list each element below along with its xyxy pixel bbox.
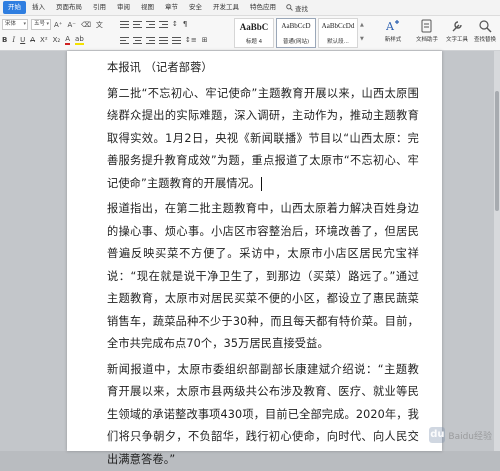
watermark: du Baidu经验 [429, 427, 492, 443]
align-center-icon[interactable] [133, 36, 142, 44]
style-gallery-scroll[interactable]: ▲ ▼ [360, 18, 367, 46]
document-area: 本报讯 （记者部蓉） 第二批“不忘初心、牢记使命”主题教育开展以来，山西太原围绕… [0, 51, 500, 451]
style-sample: AaBbC [240, 22, 269, 32]
bullet-list-icon[interactable] [120, 20, 129, 28]
align-right-icon[interactable] [146, 36, 155, 44]
style-sample: AaBbCcDd [322, 22, 355, 30]
new-style-label: 新样式 [385, 35, 402, 43]
borders-icon[interactable]: ⊞ [202, 35, 208, 45]
paragraph-text: 第二批“不忘初心、牢记使命”主题教育开展以来，山西太原围绕群众提出的实际难题，深… [107, 87, 419, 190]
font-grow-icon[interactable]: A⁺ [54, 20, 62, 30]
find-replace-button[interactable]: 查找替换 [470, 19, 500, 47]
tab-start[interactable]: 开始 [3, 1, 26, 14]
chevron-down-icon: ▾ [23, 20, 26, 29]
new-style-button[interactable]: A 新样式 [376, 19, 410, 47]
strikethrough-icon[interactable]: A [30, 35, 35, 45]
tab-view[interactable]: 视图 [136, 1, 159, 14]
format-row: B I U A X² X₂ A ab [2, 35, 89, 45]
tab-security[interactable]: 安全 [184, 1, 207, 14]
watermark-text: Baidu经验 [448, 429, 492, 442]
search-label: 查找 [295, 3, 308, 13]
style-caption: 普通(网站) [283, 37, 309, 45]
paragraph-row-2: ↕≡ ⊞ [120, 35, 213, 45]
document-assistant-button[interactable]: 文档助手 [410, 19, 444, 47]
font-size-select[interactable]: 五号 ▾ [31, 19, 51, 30]
text-tools-label: 文字工具 [446, 35, 468, 43]
style-sample: AaBbCcD [281, 22, 310, 30]
font-color-icon[interactable]: A [65, 35, 70, 45]
italic-icon[interactable]: I [12, 35, 15, 45]
align-left-icon[interactable] [120, 36, 129, 44]
text-cursor [261, 177, 262, 191]
subscript-icon[interactable]: X₂ [53, 35, 61, 45]
find-replace-label: 查找替换 [474, 35, 496, 43]
tab-insert[interactable]: 插入 [27, 1, 50, 14]
style-heading-4[interactable]: AaBbC 标题 4 [234, 18, 274, 48]
document-assistant-label: 文档助手 [416, 35, 438, 43]
document-body[interactable]: 本报讯 （记者部蓉） 第二批“不忘初心、牢记使命”主题教育开展以来，山西太原围绕… [107, 57, 419, 471]
distributed-align-icon[interactable] [172, 36, 181, 44]
font-size-value: 五号 [34, 21, 45, 27]
bold-icon[interactable]: B [2, 35, 7, 45]
line-spacing-icon[interactable]: ↕≡ [185, 35, 197, 45]
clear-format-icon[interactable]: ⌫ [81, 20, 91, 30]
chevron-up-icon[interactable]: ▲ [360, 22, 367, 28]
search-button[interactable]: 查找 [286, 3, 308, 13]
align-justify-icon[interactable] [159, 36, 168, 44]
new-style-icon: A [386, 19, 400, 33]
underline-icon[interactable]: U [20, 35, 25, 45]
tab-page-layout[interactable]: 页面布局 [51, 1, 87, 14]
chevron-down-icon: ▾ [46, 20, 49, 29]
dateline-paragraph[interactable]: 本报讯 （记者部蓉） [107, 57, 419, 80]
document-page[interactable]: 本报讯 （记者部蓉） 第二批“不忘初心、牢记使命”主题教育开展以来，山西太原围绕… [67, 51, 442, 451]
ribbon-toolbar: 宋体 ▾ 五号 ▾ A⁺ A⁻ ⌫ 文 B I U A X² X₂ A ab ↕… [0, 16, 500, 51]
style-default-paragraph[interactable]: AaBbCcDd 默认段... [318, 18, 358, 48]
show-marks-icon[interactable]: ¶ [183, 19, 187, 29]
tab-review[interactable]: 审阅 [112, 1, 135, 14]
style-normal-web[interactable]: AaBbCcD 普通(网站) [276, 18, 316, 48]
tab-developer[interactable]: 开发工具 [208, 1, 244, 14]
font-shrink-icon[interactable]: A⁻ [67, 20, 75, 30]
vertical-scrollbar[interactable] [494, 51, 500, 451]
numbered-list-icon[interactable] [133, 20, 142, 28]
menu-bar: 开始 插入 页面布局 引用 审阅 视图 章节 安全 开发工具 特色应用 查找 [0, 0, 500, 16]
scrollbar-thumb[interactable] [495, 91, 499, 211]
tab-special-apps[interactable]: 特色应用 [245, 1, 281, 14]
body-paragraph[interactable]: 报道指出，在第二批主题教育中，山西太原着力解决百姓身边的操心事、烦心事。小店区市… [107, 198, 419, 356]
decrease-indent-icon[interactable] [146, 20, 155, 28]
paragraph-row-1: ↕ ¶ [120, 19, 192, 29]
font-row: 宋体 ▾ 五号 ▾ A⁺ A⁻ ⌫ 文 [2, 19, 108, 30]
baidu-paw-logo: du [429, 427, 445, 443]
sort-icon[interactable]: ↕ [172, 19, 178, 29]
tab-chapter[interactable]: 章节 [160, 1, 183, 14]
wrench-icon [450, 19, 464, 33]
chevron-down-icon[interactable]: ▼ [360, 36, 367, 42]
body-paragraph[interactable]: 第二批“不忘初心、牢记使命”主题教育开展以来，山西太原围绕群众提出的实际难题，深… [107, 83, 419, 196]
document-assistant-icon [420, 19, 434, 33]
svg-text:A: A [386, 20, 395, 33]
style-caption: 默认段... [327, 37, 349, 45]
body-paragraph[interactable]: 新闻报道中，太原市委组织部副部长康建斌介绍说：“主题教育开展以来，太原市县两级共… [107, 359, 419, 471]
search-icon [286, 4, 293, 11]
font-name-value: 宋体 [5, 21, 16, 27]
increase-indent-icon[interactable] [159, 20, 168, 28]
highlight-icon[interactable]: ab [75, 35, 84, 45]
find-replace-icon [478, 19, 492, 33]
style-caption: 标题 4 [246, 37, 262, 45]
style-gallery: AaBbC 标题 4 AaBbCcD 普通(网站) AaBbCcDd 默认段..… [234, 18, 367, 48]
phonetic-icon[interactable]: 文 [96, 20, 103, 30]
text-tools-button[interactable]: 文字工具 [440, 19, 474, 47]
tab-references[interactable]: 引用 [88, 1, 111, 14]
font-name-select[interactable]: 宋体 ▾ [2, 19, 28, 30]
superscript-icon[interactable]: X² [40, 35, 48, 45]
